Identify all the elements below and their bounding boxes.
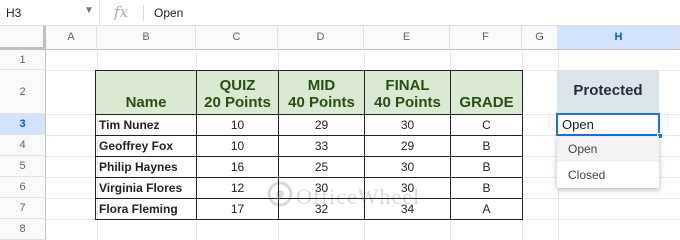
formula-input[interactable]: Open: [154, 6, 183, 20]
cell-name[interactable]: Flora Fleming: [95, 198, 197, 220]
column-header-b[interactable]: B: [97, 26, 196, 50]
row-header-2[interactable]: 2: [0, 70, 46, 114]
header-quiz-line2: 20 Points: [204, 94, 271, 111]
officewheel-watermark: OfficeWheel: [266, 180, 419, 211]
column-header-d[interactable]: D: [278, 26, 364, 50]
cell-final[interactable]: 30: [364, 156, 451, 178]
cell-name[interactable]: Geoffrey Fox: [95, 135, 197, 157]
row-header-8[interactable]: 8: [0, 219, 46, 240]
table-row: Geoffrey Fox 10 33 29 B: [95, 135, 523, 157]
caret-down-icon[interactable]: ▼: [84, 5, 94, 16]
header-name-label: Name: [125, 94, 167, 111]
cell-grade[interactable]: A: [450, 198, 523, 220]
formula-bar-divider: [143, 5, 144, 21]
column-header-a[interactable]: A: [46, 26, 97, 50]
table-header-row: Name QUIZ 20 Points MID 40 Points FINAL 40 …: [95, 70, 523, 115]
cell-name[interactable]: Virginia Flores: [95, 177, 197, 199]
header-quiz-line1: QUIZ: [219, 77, 256, 94]
dropdown-option-open[interactable]: Open: [557, 136, 659, 162]
name-box-value: H3: [6, 6, 22, 20]
row-header-3[interactable]: 3: [0, 114, 46, 135]
header-mid-line2: 40 Points: [288, 94, 355, 111]
row-header-7[interactable]: 7: [0, 198, 46, 219]
header-final-line1: FINAL: [385, 77, 430, 94]
row-header-4[interactable]: 4: [0, 135, 46, 156]
cell-grade[interactable]: B: [450, 135, 523, 157]
cell-quiz[interactable]: 10: [196, 135, 279, 157]
active-cell-h3[interactable]: Open: [556, 113, 660, 136]
row-header-6[interactable]: 6: [0, 177, 46, 198]
column-header-c[interactable]: C: [196, 26, 278, 50]
cell-quiz[interactable]: 16: [196, 156, 279, 178]
row-header-1[interactable]: 1: [0, 50, 46, 70]
column-header-e[interactable]: E: [364, 26, 450, 50]
header-name[interactable]: Name: [95, 70, 197, 115]
header-final[interactable]: FINAL 40 Points: [364, 70, 451, 115]
cell-grade[interactable]: B: [450, 156, 523, 178]
row-header-5[interactable]: 5: [0, 156, 46, 177]
table-row: Philip Haynes 16 25 30 B: [95, 156, 523, 178]
cell-quiz[interactable]: 10: [196, 114, 279, 136]
header-grade[interactable]: GRADE: [450, 70, 523, 115]
cell-final[interactable]: 30: [364, 114, 451, 136]
fx-icon: fx: [114, 3, 129, 21]
cell-final[interactable]: 29: [364, 135, 451, 157]
select-all-corner[interactable]: [0, 26, 46, 50]
formula-bar: H3 ▼ fx Open: [0, 0, 680, 26]
header-quiz[interactable]: QUIZ 20 Points: [196, 70, 279, 115]
dropdown-option-closed[interactable]: Closed: [557, 162, 659, 188]
watermark-text: OfficeWheel: [296, 184, 421, 209]
column-header-h[interactable]: H: [558, 26, 680, 50]
cell-grade[interactable]: B: [450, 177, 523, 199]
name-box[interactable]: H3 ▼: [0, 0, 100, 26]
cell-mid[interactable]: 29: [278, 114, 365, 136]
header-final-line2: 40 Points: [374, 94, 441, 111]
cell-mid[interactable]: 25: [278, 156, 365, 178]
cell-grade[interactable]: C: [450, 114, 523, 136]
cell-name[interactable]: Philip Haynes: [95, 156, 197, 178]
header-mid[interactable]: MID 40 Points: [278, 70, 365, 115]
cell-name[interactable]: Tim Nunez: [95, 114, 197, 136]
column-header-f[interactable]: F: [450, 26, 522, 50]
table-row: Tim Nunez 10 29 30 C: [95, 114, 523, 136]
watermark-logo-icon: [267, 181, 293, 207]
header-grade-label: GRADE: [459, 94, 514, 111]
column-header-g[interactable]: G: [522, 26, 558, 50]
protected-header-cell[interactable]: Protected: [557, 70, 659, 114]
active-cell-value: Open: [562, 117, 594, 132]
header-mid-line1: MID: [307, 77, 336, 94]
data-validation-dropdown: Open Closed: [557, 136, 659, 188]
cell-mid[interactable]: 33: [278, 135, 365, 157]
